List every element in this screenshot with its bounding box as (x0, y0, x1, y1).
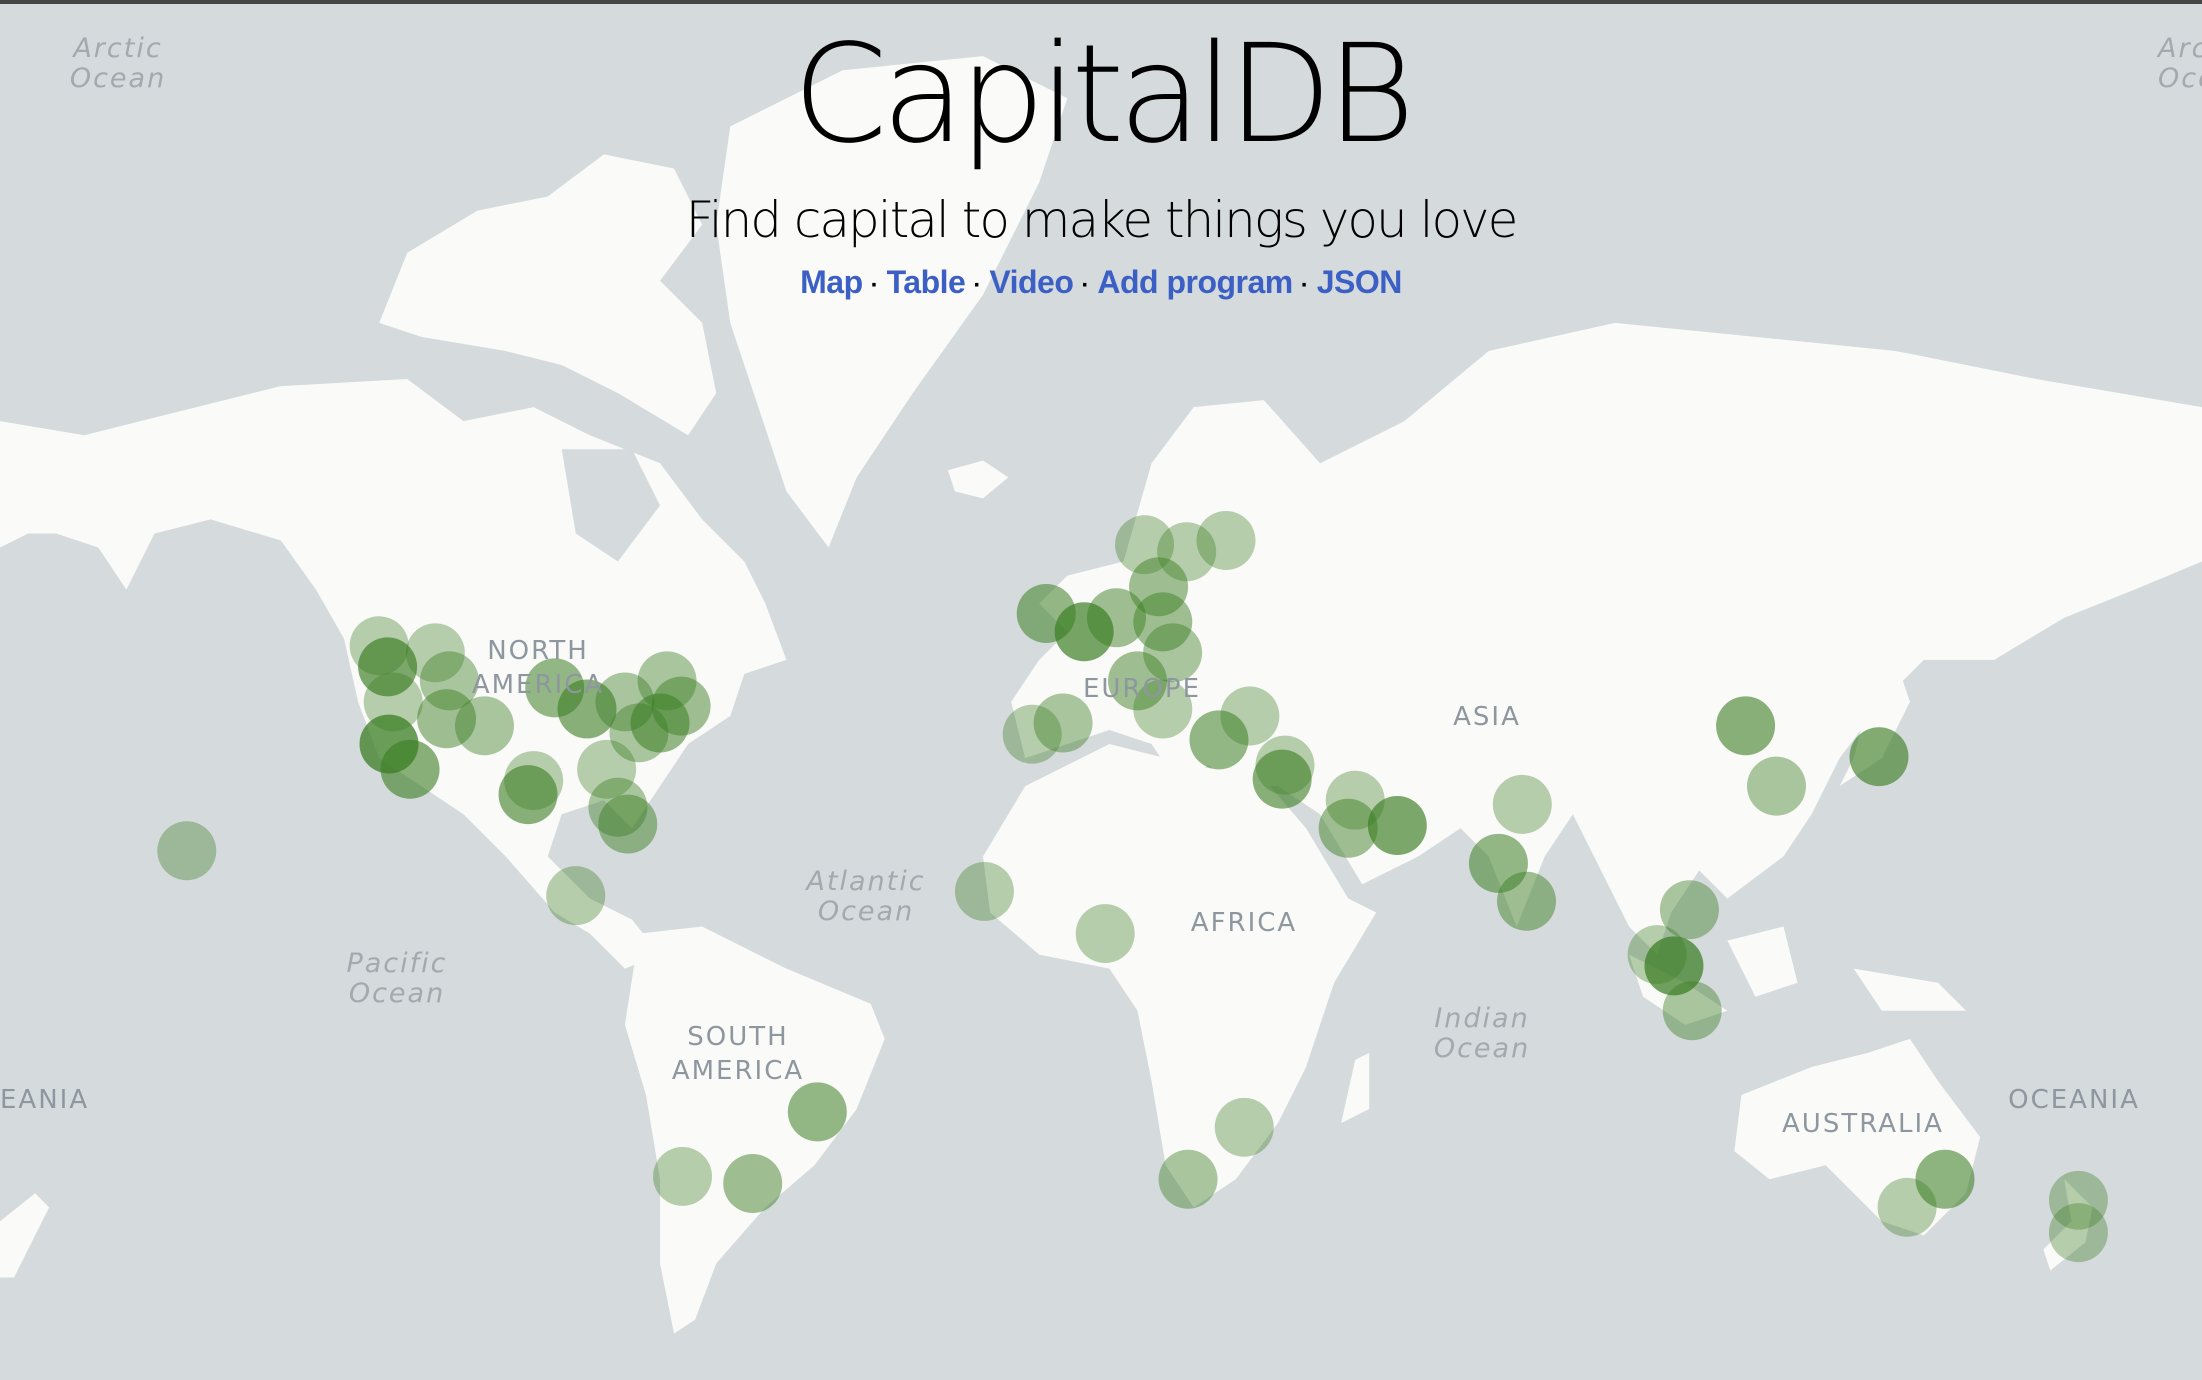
program-marker[interactable] (1877, 1177, 1937, 1237)
ocean-label-line: Ocean (348, 978, 446, 1009)
window-top-border (0, 0, 2202, 4)
ocean-label-atlantic: Atlantic Ocean (806, 867, 925, 927)
program-marker[interactable] (1075, 904, 1135, 964)
madagascar-land (1341, 1052, 1370, 1124)
program-marker[interactable] (1746, 756, 1806, 816)
site-title: CapitalDB (792, 16, 1416, 174)
nav-separator: · (973, 272, 982, 299)
program-marker[interactable] (2048, 1203, 2108, 1263)
program-marker[interactable] (1002, 704, 1062, 764)
program-marker[interactable] (1497, 871, 1557, 931)
ocean-label-pacific: Pacific Ocean (346, 949, 447, 1009)
program-marker[interactable] (1220, 686, 1280, 746)
site-header: CapitalDB Find capital to make things yo… (0, 20, 2202, 301)
continent-label-line: AMERICA (471, 670, 605, 700)
continent-label-line: NORTH (487, 636, 589, 666)
program-marker[interactable] (1849, 727, 1909, 787)
program-marker[interactable] (380, 739, 440, 799)
program-marker[interactable] (546, 866, 606, 926)
program-marker[interactable] (1252, 749, 1312, 809)
nav-links: Map · Table · Video · Add program · JSON (0, 264, 2202, 301)
pacific-islands-land (0, 1193, 50, 1278)
program-marker[interactable] (455, 696, 514, 756)
program-marker[interactable] (1367, 795, 1427, 855)
program-marker[interactable] (1716, 696, 1776, 756)
program-marker[interactable] (1196, 511, 1256, 570)
program-marker[interactable] (349, 616, 409, 676)
continent-label-africa: AFRICA (1190, 908, 1298, 938)
ocean-label-indian: Indian Ocean (1434, 1004, 1530, 1064)
continent-label-australia: AUSTRALIA (1782, 1109, 1944, 1139)
iceland-land (947, 460, 1009, 499)
continent-label-line: SOUTH (687, 1022, 789, 1052)
program-marker[interactable] (954, 861, 1014, 921)
program-marker[interactable] (1492, 774, 1552, 834)
program-marker[interactable] (157, 821, 217, 881)
program-marker[interactable] (653, 1146, 712, 1206)
ocean-label-line: Indian (1434, 1003, 1530, 1034)
ocean-label-line: Pacific (346, 948, 448, 979)
continent-label-asia: ASIA (1453, 702, 1521, 732)
africa-land (983, 744, 1377, 1208)
continent-label-oceania-cut: EANIA (0, 1085, 90, 1115)
south-america-land (624, 926, 885, 1334)
program-marker[interactable] (723, 1153, 783, 1213)
continent-label-line: AMERICA (671, 1056, 805, 1086)
continent-label-oceania: OCEANIA (2008, 1085, 2140, 1115)
nav-separator: · (1300, 272, 1309, 299)
nav-link-map[interactable]: Map (800, 264, 863, 300)
nav-link-table[interactable]: Table (887, 264, 966, 300)
ocean-label-line: Ocean (817, 896, 915, 927)
program-marker[interactable] (787, 1082, 847, 1142)
program-marker[interactable] (1214, 1097, 1274, 1157)
nav-separator: · (1081, 272, 1090, 299)
site-tagline: Find capital to make things you love (685, 191, 1519, 249)
nav-link-json[interactable]: JSON (1317, 264, 1403, 300)
continent-label-north-america: NORTH AMERICA (472, 634, 604, 702)
nav-link-video[interactable]: Video (989, 264, 1074, 300)
ocean-label-line: Ocean (1433, 1033, 1531, 1064)
continent-label-europe: EUROPE (1082, 674, 1202, 704)
program-marker[interactable] (1662, 981, 1722, 1041)
program-marker[interactable] (498, 765, 558, 825)
continent-label-south-america: SOUTH AMERICA (672, 1020, 804, 1088)
program-marker[interactable] (1158, 1149, 1218, 1209)
ocean-label-line: Atlantic (806, 866, 926, 897)
nav-link-add-program[interactable]: Add program (1097, 264, 1293, 300)
program-marker[interactable] (598, 794, 658, 854)
nav-separator: · (870, 272, 879, 299)
